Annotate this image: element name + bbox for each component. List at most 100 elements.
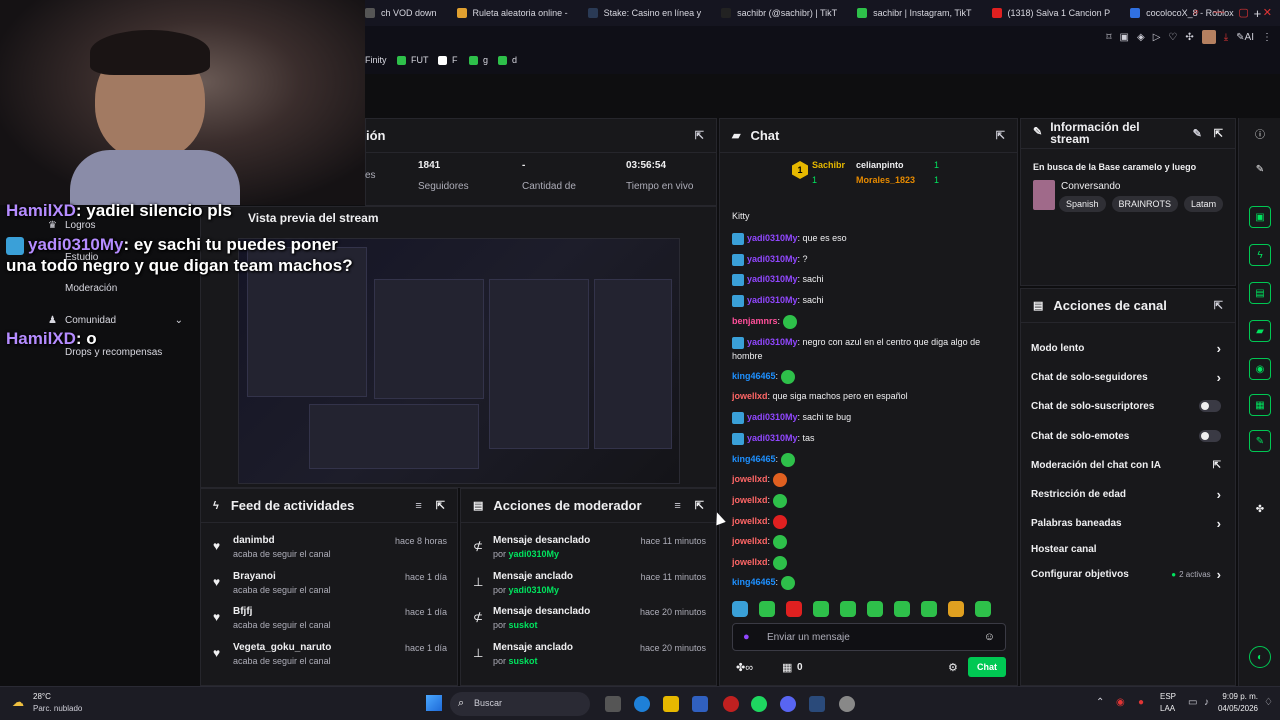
discord-icon[interactable] [780, 696, 796, 712]
popout-icon[interactable]: ⇱ [695, 499, 704, 512]
chat-username[interactable]: king46465 [732, 577, 776, 587]
gift-icon[interactable]: ▦ [782, 661, 792, 674]
stream-tag[interactable]: Latam [1184, 196, 1224, 212]
emote-icon[interactable] [948, 601, 964, 617]
taskbar-search[interactable]: ⌕ Buscar [450, 692, 590, 716]
chat-message[interactable]: jowellxd: [732, 493, 997, 508]
popout-icon[interactable]: ⇱ [695, 129, 704, 142]
emote-icon[interactable] [894, 601, 910, 617]
feed-item[interactable]: ♥ Vegeta_goku_naruto acaba de seguir el ca… [201, 640, 457, 676]
channel-action-item[interactable]: Chat de solo-seguidores › [1031, 366, 1221, 388]
toggle-switch[interactable] [1199, 430, 1221, 442]
chat-bubble-icon[interactable]: ▰ [1249, 320, 1271, 342]
category-name[interactable]: Conversando [1061, 181, 1120, 192]
browser-tab[interactable]: sachibr | Instagram, TikT [847, 0, 981, 26]
download-icon[interactable]: ⤓ [1224, 32, 1228, 43]
play-icon[interactable]: ▷ [1153, 32, 1161, 43]
browser-tab[interactable]: ch VOD down [355, 0, 447, 26]
task-view-icon[interactable] [605, 696, 621, 712]
mod-action-item[interactable]: ⊥ Mensaje anclado por yadi0310My hace 11 mi… [461, 569, 716, 605]
top-chatter-1[interactable]: Sachibr [812, 160, 845, 170]
chat-username[interactable]: jowellxd [732, 474, 768, 484]
popout-icon[interactable]: ⇱ [1214, 127, 1223, 140]
channel-action-item[interactable]: Chat de solo-suscriptores [1031, 395, 1221, 417]
edit-icon[interactable]: ✎ [1193, 127, 1202, 140]
bolt-icon[interactable]: ϟ [1249, 244, 1271, 266]
send-chat-button[interactable]: Chat [968, 657, 1006, 677]
chat-username[interactable]: yadi0310My [747, 433, 798, 443]
clip-icon[interactable]: ▣ [1249, 206, 1271, 228]
filter-icon[interactable]: ≡ [674, 500, 680, 512]
edit-icon[interactable]: ✎ [1249, 158, 1271, 180]
language-code[interactable]: ESP [1160, 692, 1176, 701]
chat-message[interactable]: jowellxd: que siga machos pero en españo… [732, 389, 997, 403]
browser-tab[interactable]: Stake: Casino en línea y [578, 0, 712, 26]
chat-username[interactable]: jowellxd [732, 536, 768, 546]
chat-message[interactable]: yadi0310My: que es eso [732, 231, 997, 245]
opera-icon[interactable] [723, 696, 739, 712]
feed-item[interactable]: ♥ danimbd acaba de seguir el canal hace 8 h… [201, 533, 457, 569]
spotify-icon[interactable] [751, 696, 767, 712]
chat-message[interactable]: yadi0310My: ? [732, 252, 997, 266]
document-icon[interactable]: ▤ [1249, 282, 1271, 304]
channel-action-item[interactable]: Modo lento › [1031, 337, 1221, 359]
microphone-icon[interactable]: ● [743, 631, 750, 643]
emote-icon[interactable] [921, 601, 937, 617]
menu-icon[interactable]: ⋮ [1262, 32, 1272, 43]
chat-username[interactable]: jowellxd [732, 391, 768, 401]
weather-temp[interactable]: 28°C [33, 692, 51, 701]
puzzle-icon[interactable]: ✣ [1185, 32, 1193, 43]
search-icon[interactable]: ⌕ [1193, 6, 1199, 19]
chat-username[interactable]: yadi0310My [747, 412, 798, 422]
channel-points-icon[interactable]: ✤∞ [736, 661, 753, 674]
close-icon[interactable]: ✕ [1263, 6, 1272, 19]
feed-item[interactable]: ♥ Brayanoi acaba de seguir el canal hace 1 … [201, 569, 457, 605]
chat-message[interactable]: jowellxd: [732, 472, 997, 487]
weather-icon[interactable]: ☁ [12, 695, 24, 709]
clock-time[interactable]: 9:09 p. m. [1220, 692, 1258, 701]
chat-username[interactable]: yadi0310My [747, 254, 798, 264]
tray-chevron-icon[interactable]: ⌃ [1096, 697, 1104, 708]
start-icon[interactable] [426, 695, 442, 711]
store-icon[interactable] [692, 696, 708, 712]
channel-action-item[interactable]: Palabras baneadas › [1031, 512, 1221, 534]
add-widget-icon[interactable]: ✤ [1249, 498, 1271, 520]
channel-action-item[interactable]: Restricción de edad › [1031, 483, 1221, 505]
emote-icon[interactable] [840, 601, 856, 617]
tray-app-icon[interactable]: ◉ [1116, 697, 1125, 708]
top-chatter-3[interactable]: Morales_1823 [856, 175, 915, 185]
mod-action-user[interactable]: suskot [509, 656, 538, 666]
mod-action-user[interactable]: yadi0310My [509, 549, 560, 559]
shield-icon[interactable]: ◈ [1137, 32, 1145, 43]
bookmark-icon[interactable]: ⌑ [1106, 32, 1111, 43]
popout-icon[interactable]: ⇱ [996, 129, 1005, 142]
mod-action-user[interactable]: suskot [509, 620, 538, 630]
wrench-icon[interactable]: ✎ [1249, 430, 1271, 452]
bookmark-item[interactable]: d [498, 55, 517, 65]
browser-tab[interactable]: Ruleta aleatoria online - [447, 0, 578, 26]
chat-username[interactable]: king46465 [732, 371, 776, 381]
volume-icon[interactable]: ♪ [1204, 697, 1209, 708]
channel-action-item[interactable]: Configurar objetivos ● 2 activas › [1031, 563, 1221, 585]
mod-action-item[interactable]: ⊄ Mensaje desanclado por yadi0310My hace 11… [461, 533, 716, 569]
popout-icon[interactable]: ⇱ [1214, 299, 1223, 312]
bookmark-item[interactable]: g [469, 55, 488, 65]
settings-icon[interactable]: ⚙ [948, 661, 958, 674]
feed-item[interactable]: ♥ Bfjfj acaba de seguir el canal hace 1 día [201, 604, 457, 640]
channel-action-item[interactable]: Hostear canal [1031, 538, 1221, 560]
chat-input[interactable]: ● Enviar un mensaje ☺ [732, 623, 1006, 651]
network-icon[interactable]: ▭ [1188, 697, 1197, 708]
status-icon[interactable]: ◐ [1249, 646, 1271, 668]
bookmark-item[interactable]: F [438, 55, 458, 65]
chat-message[interactable]: jowellxd: [732, 555, 997, 570]
stream-manager-icon[interactable]: ▦ [1249, 394, 1271, 416]
mod-action-item[interactable]: ⊄ Mensaje desanclado por suskot hace 20 min… [461, 604, 716, 640]
minimize-icon[interactable]: — [1213, 6, 1224, 19]
info-icon[interactable]: ⓘ [1249, 122, 1271, 144]
file-explorer-icon[interactable] [663, 696, 679, 712]
microphone-icon[interactable]: ● [1138, 697, 1144, 708]
filter-icon[interactable]: ≡ [415, 500, 421, 512]
chat-message[interactable]: yadi0310My: sachi [732, 272, 997, 286]
emote-icon[interactable] [786, 601, 802, 617]
sidenav-logros[interactable]: ♛ Logros [48, 220, 96, 231]
